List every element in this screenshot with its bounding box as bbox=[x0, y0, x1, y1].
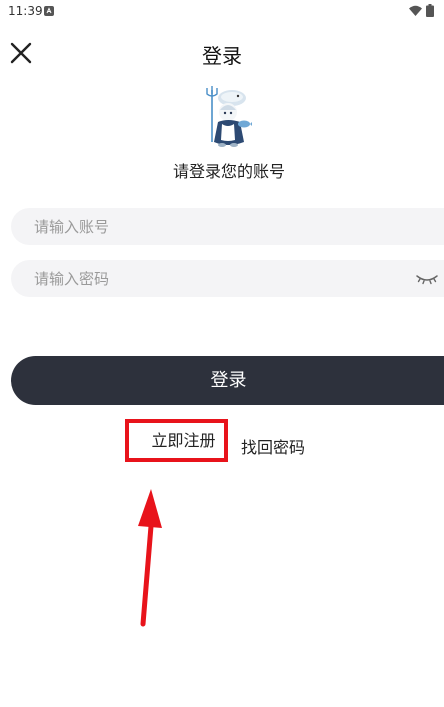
login-button[interactable]: 登录 bbox=[11, 356, 444, 405]
password-input[interactable] bbox=[34, 260, 414, 297]
wifi-icon bbox=[409, 5, 422, 16]
eye-closed-icon[interactable] bbox=[416, 270, 438, 286]
forgot-password-link[interactable]: 找回密码 bbox=[241, 434, 305, 458]
notification-icon bbox=[44, 6, 54, 16]
battery-icon bbox=[426, 4, 434, 17]
account-field[interactable] bbox=[11, 208, 444, 245]
page-title: 登录 bbox=[202, 44, 242, 68]
status-bar: 11:39 bbox=[0, 0, 444, 24]
login-button-label: 登录 bbox=[210, 370, 247, 391]
mascot-illustration bbox=[206, 86, 252, 147]
status-time: 11:39 bbox=[8, 4, 43, 18]
login-subtitle: 请登录您的账号 bbox=[172, 162, 285, 181]
register-link[interactable]: 立即注册 bbox=[125, 419, 228, 462]
annotation-arrow bbox=[138, 489, 162, 627]
account-input[interactable] bbox=[34, 208, 414, 245]
password-field[interactable] bbox=[11, 260, 444, 297]
